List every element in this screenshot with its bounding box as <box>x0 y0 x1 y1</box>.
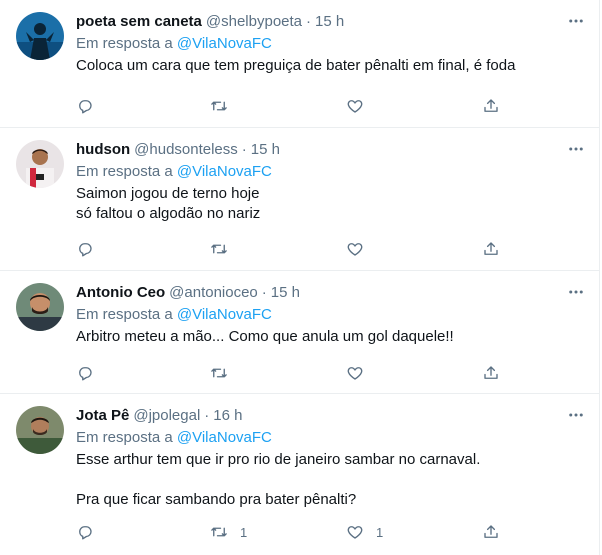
tweet[interactable]: Jota Pê @jpolegal · 16 h Em resposta a @… <box>0 394 599 555</box>
separator-dot: · <box>204 407 210 424</box>
reply-icon <box>79 367 92 381</box>
share-icon <box>484 99 498 112</box>
timestamp[interactable]: 16 h <box>213 406 242 426</box>
avatar-image <box>16 406 64 454</box>
separator-dot: · <box>241 141 247 158</box>
share-button[interactable] <box>482 363 500 383</box>
heart-icon <box>347 367 363 380</box>
reply-icon <box>79 526 92 540</box>
separator-dot: · <box>261 284 267 301</box>
reply-button[interactable] <box>76 96 106 116</box>
tweet-header: hudson @hudsonteless · 15 h <box>76 140 583 160</box>
more-icon[interactable] <box>561 8 591 34</box>
display-name[interactable]: hudson <box>76 140 130 160</box>
avatar[interactable] <box>16 140 64 188</box>
reply-to-link[interactable]: @VilaNovaFC <box>177 429 272 446</box>
reply-to-link[interactable]: @VilaNovaFC <box>177 306 272 323</box>
reply-prefix: Em resposta a <box>76 429 173 446</box>
share-button[interactable] <box>482 96 500 116</box>
avatar-image <box>16 12 64 60</box>
like-button[interactable] <box>346 239 376 259</box>
reply-context: Em resposta a @VilaNovaFC <box>76 305 583 325</box>
reply-button[interactable] <box>76 522 106 542</box>
tweet-text: Arbitro meteu a mão... Como que anula um… <box>76 328 454 345</box>
reply-to-link[interactable]: @VilaNovaFC <box>177 35 272 52</box>
tweet-actions <box>76 239 516 259</box>
more-icon[interactable] <box>561 279 591 305</box>
tweet[interactable]: poeta sem caneta @shelbypoeta · 15 h Em … <box>0 0 599 128</box>
reply-prefix: Em resposta a <box>76 35 173 52</box>
username[interactable]: @shelbypoeta <box>206 12 302 32</box>
display-name[interactable]: Antonio Ceo <box>76 283 165 303</box>
tweet-actions: 1 1 <box>76 522 516 542</box>
like-button[interactable] <box>346 96 376 116</box>
share-button[interactable] <box>482 522 500 542</box>
avatar-image <box>16 140 64 188</box>
avatar[interactable] <box>16 406 64 454</box>
reply-icon <box>79 243 92 257</box>
heart-icon <box>347 100 363 113</box>
reply-button[interactable] <box>76 239 106 259</box>
retweet-icon <box>211 244 227 254</box>
avatar-image <box>16 283 64 331</box>
tweet-text: Esse arthur tem que ir pro rio de janeir… <box>76 451 481 508</box>
like-button[interactable]: 1 <box>346 522 383 542</box>
timestamp[interactable]: 15 h <box>271 283 300 303</box>
tweet-content: Jota Pê @jpolegal · 16 h Em resposta a @… <box>76 406 583 510</box>
avatar[interactable] <box>16 12 64 60</box>
reply-button[interactable] <box>76 363 106 383</box>
avatar[interactable] <box>16 283 64 331</box>
tweet[interactable]: Antonio Ceo @antonioceo · 15 h Em respos… <box>0 271 599 394</box>
tweet-actions <box>76 96 516 116</box>
retweet-icon <box>211 527 227 537</box>
tweet-header: Jota Pê @jpolegal · 16 h <box>76 406 583 426</box>
heart-icon <box>347 243 363 256</box>
retweet-button[interactable] <box>210 96 240 116</box>
reply-context: Em resposta a @VilaNovaFC <box>76 162 583 182</box>
share-icon <box>484 366 498 379</box>
retweet-count: 1 <box>240 524 248 540</box>
retweet-icon <box>211 368 227 378</box>
heart-icon <box>347 526 363 539</box>
tweet-text: Saimon jogou de terno hoje só faltou o a… <box>76 185 261 222</box>
username[interactable]: @jpolegal <box>133 406 200 426</box>
timestamp[interactable]: 15 h <box>315 12 344 32</box>
reply-prefix: Em resposta a <box>76 306 173 323</box>
display-name[interactable]: poeta sem caneta <box>76 12 202 32</box>
reply-icon <box>79 100 92 114</box>
retweet-button[interactable] <box>210 363 240 383</box>
tweet-header: poeta sem caneta @shelbypoeta · 15 h <box>76 12 583 32</box>
tweet-content: poeta sem caneta @shelbypoeta · 15 h Em … <box>76 12 583 76</box>
like-count: 1 <box>376 524 384 540</box>
retweet-button[interactable] <box>210 239 240 259</box>
tweet-content: Antonio Ceo @antonioceo · 15 h Em respos… <box>76 283 583 347</box>
more-icon[interactable] <box>561 136 591 162</box>
tweet-content: hudson @hudsonteless · 15 h Em resposta … <box>76 140 583 224</box>
username[interactable]: @hudsonteless <box>134 140 238 160</box>
timestamp[interactable]: 15 h <box>251 140 280 160</box>
more-icon[interactable] <box>561 402 591 428</box>
like-button[interactable] <box>346 363 376 383</box>
reply-to-link[interactable]: @VilaNovaFC <box>177 163 272 180</box>
username[interactable]: @antonioceo <box>169 283 258 303</box>
reply-prefix: Em resposta a <box>76 163 173 180</box>
share-button[interactable] <box>482 239 500 259</box>
share-icon <box>484 525 498 538</box>
reply-context: Em resposta a @VilaNovaFC <box>76 428 583 448</box>
display-name[interactable]: Jota Pê <box>76 406 129 426</box>
retweet-icon <box>211 101 227 111</box>
reply-context: Em resposta a @VilaNovaFC <box>76 34 583 54</box>
share-icon <box>484 242 498 255</box>
tweet-actions <box>76 363 516 383</box>
tweet-header: Antonio Ceo @antonioceo · 15 h <box>76 283 583 303</box>
timeline: poeta sem caneta @shelbypoeta · 15 h Em … <box>0 0 600 555</box>
tweet-text: Coloca um cara que tem preguiça de bater… <box>76 57 516 74</box>
retweet-button[interactable]: 1 <box>210 522 247 542</box>
tweet[interactable]: hudson @hudsonteless · 15 h Em resposta … <box>0 128 599 271</box>
separator-dot: · <box>306 13 312 30</box>
